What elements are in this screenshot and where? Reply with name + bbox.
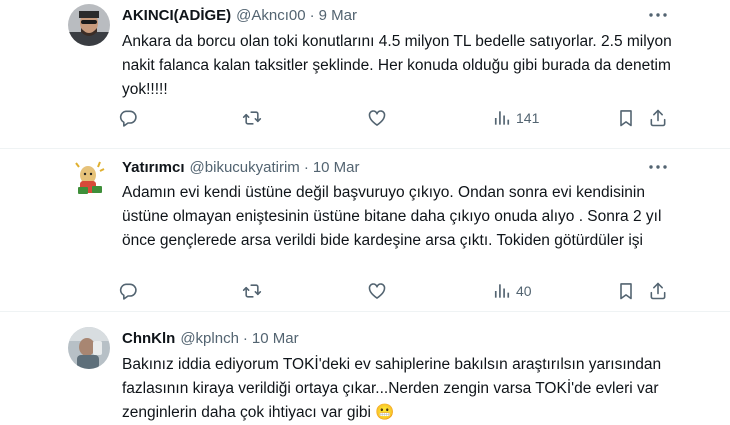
bookmark-icon — [616, 108, 636, 128]
separator-dot: · — [303, 158, 309, 176]
like-button[interactable] — [367, 106, 387, 130]
bookmark-button[interactable] — [616, 106, 636, 130]
user-handle[interactable]: @bikucukyatirim — [190, 159, 300, 176]
separator-dot: · — [309, 6, 315, 24]
avatar[interactable] — [68, 4, 110, 46]
grimace-emoji: 😬 — [375, 404, 395, 421]
tweet-text: Bakınız iddia ediyorum TOKİ'deki ev sahi… — [122, 353, 682, 425]
tweet-header: Yatırımcı @bikucukyatirim · 10 Mar — [122, 156, 360, 178]
share-button[interactable] — [648, 279, 668, 303]
reply-icon — [118, 281, 138, 301]
share-icon — [648, 281, 668, 301]
view-count: 40 — [516, 283, 532, 299]
tweet-actions: 40 — [118, 279, 678, 303]
view-count: 141 — [516, 110, 540, 126]
tweet[interactable]: ChnKln @kplnch · 10 Mar Bakınız iddia ed… — [0, 312, 730, 421]
retweet-button[interactable] — [242, 106, 262, 130]
retweet-icon — [242, 281, 262, 301]
share-button[interactable] — [648, 106, 668, 130]
retweet-button[interactable] — [242, 279, 262, 303]
like-icon — [367, 281, 387, 301]
more-icon[interactable] — [648, 5, 668, 25]
share-icon — [648, 108, 668, 128]
avatar[interactable] — [68, 157, 110, 199]
user-handle[interactable]: @kplnch — [180, 330, 239, 347]
user-handle[interactable]: @Akncı00 — [236, 7, 305, 24]
tweet-date[interactable]: 10 Mar — [313, 159, 360, 176]
tweet-actions: 141 — [118, 106, 678, 130]
more-icon[interactable] — [648, 157, 668, 177]
tweet-text: Adamın evi kendi üstüne değil başvuruyo … — [122, 184, 662, 249]
display-name[interactable]: Yatırımcı — [122, 159, 185, 176]
reply-button[interactable] — [118, 279, 138, 303]
display-name[interactable]: ChnKln — [122, 330, 175, 347]
tweet-date[interactable]: 9 Mar — [319, 7, 357, 24]
tweet-feed: AKINCI(ADİGE) @Akncı00 · 9 Mar Ankara da… — [0, 0, 730, 421]
reply-icon — [118, 108, 138, 128]
views-button[interactable]: 141 — [492, 106, 539, 130]
tweet-header: AKINCI(ADİGE) @Akncı00 · 9 Mar — [122, 4, 357, 26]
bookmark-button[interactable] — [616, 279, 636, 303]
views-icon — [492, 281, 512, 301]
tweet-header: ChnKln @kplnch · 10 Mar — [122, 327, 299, 349]
tweet-text: Ankara da borcu olan toki konutlarını 4.… — [122, 33, 672, 98]
like-button[interactable] — [367, 279, 387, 303]
avatar[interactable] — [68, 327, 110, 369]
tweet-date[interactable]: 10 Mar — [252, 330, 299, 347]
separator-dot: · — [242, 329, 248, 347]
like-icon — [367, 108, 387, 128]
tweet[interactable]: AKINCI(ADİGE) @Akncı00 · 9 Mar Ankara da… — [0, 0, 730, 148]
views-button[interactable]: 40 — [492, 279, 532, 303]
views-icon — [492, 108, 512, 128]
bookmark-icon — [616, 281, 636, 301]
retweet-icon — [242, 108, 262, 128]
reply-button[interactable] — [118, 106, 138, 130]
display-name[interactable]: AKINCI(ADİGE) — [122, 7, 231, 24]
tweet[interactable]: Yatırımcı @bikucukyatirim · 10 Mar Adamı… — [0, 149, 730, 311]
